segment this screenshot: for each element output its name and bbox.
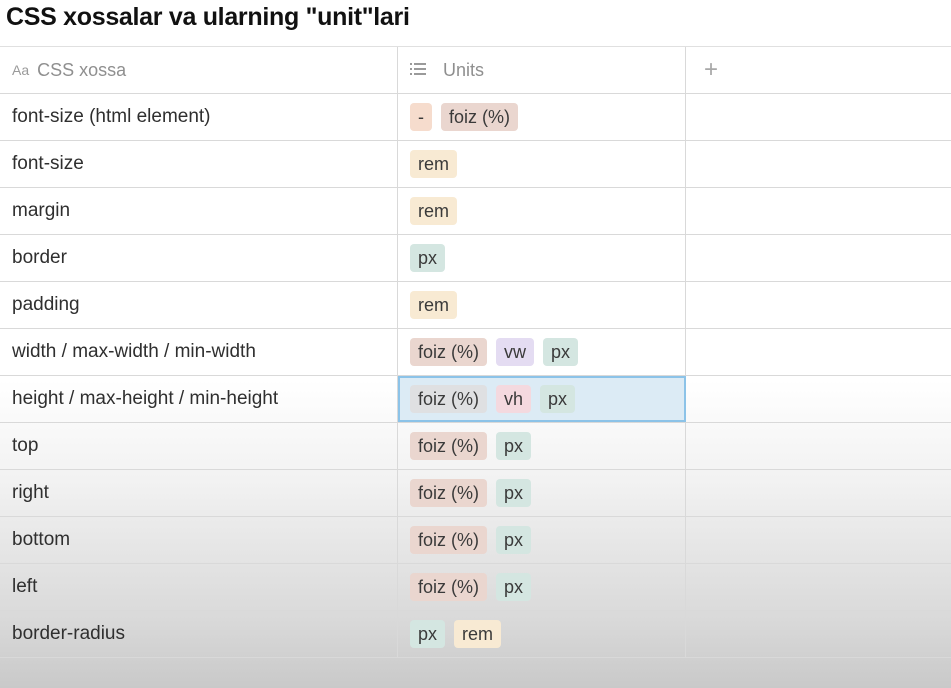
units-cell[interactable]: px — [398, 235, 686, 281]
property-cell[interactable]: padding — [0, 282, 398, 328]
property-cell[interactable]: border-radius — [0, 611, 398, 657]
property-cell[interactable]: top — [0, 423, 398, 469]
column-header-label: CSS xossa — [37, 59, 127, 80]
column-header-css-xossa[interactable]: Aa CSS xossa — [0, 47, 398, 93]
unit-tag: - — [410, 103, 432, 131]
empty-cell[interactable] — [686, 282, 951, 328]
unit-tag: foiz (%) — [410, 573, 488, 601]
text-type-icon: Aa — [12, 62, 30, 78]
property-cell[interactable]: font-size (html element) — [0, 94, 398, 140]
empty-cell[interactable] — [686, 141, 951, 187]
add-column-button[interactable]: + — [686, 47, 951, 93]
empty-cell[interactable] — [686, 470, 951, 516]
empty-cell[interactable] — [686, 376, 951, 422]
units-cell[interactable]: foiz (%) vh px — [398, 376, 686, 422]
table-row[interactable]: font-size (html element) - foiz (%) — [0, 94, 951, 141]
empty-cell[interactable] — [686, 564, 951, 610]
table-row[interactable]: width / max-width / min-width foiz (%) vw p… — [0, 329, 951, 376]
units-cell[interactable]: foiz (%) px — [398, 517, 686, 563]
table-row[interactable]: height / max-height / min-height foiz (%)… — [0, 376, 951, 423]
empty-cell[interactable] — [686, 235, 951, 281]
property-cell[interactable]: border — [0, 235, 398, 281]
unit-tag: px — [496, 526, 532, 554]
unit-tag: foiz (%) — [410, 385, 488, 413]
units-cell[interactable]: foiz (%) px — [398, 423, 686, 469]
plus-icon: + — [704, 56, 719, 83]
table-row[interactable]: border px — [0, 235, 951, 282]
units-cell[interactable]: foiz (%) px — [398, 470, 686, 516]
empty-cell[interactable] — [686, 94, 951, 140]
empty-cell[interactable] — [686, 188, 951, 234]
unit-tag: rem — [454, 620, 502, 648]
property-cell[interactable]: width / max-width / min-width — [0, 329, 398, 375]
units-cell[interactable]: rem — [398, 282, 686, 328]
unit-tag: px — [496, 479, 532, 507]
table-row[interactable]: font-size rem — [0, 141, 951, 188]
unit-tag: px — [540, 385, 576, 413]
unit-tag: px — [496, 573, 532, 601]
unit-tag: foiz (%) — [410, 338, 488, 366]
empty-cell[interactable] — [686, 329, 951, 375]
unit-tag: vw — [496, 338, 535, 366]
property-cell[interactable]: left — [0, 564, 398, 610]
empty-cell[interactable] — [686, 423, 951, 469]
unit-tag: foiz (%) — [410, 479, 488, 507]
empty-cell[interactable] — [686, 611, 951, 657]
unit-tag: foiz (%) — [410, 526, 488, 554]
database-table: Aa CSS xossa Units + font-size (html ele… — [0, 46, 951, 658]
unit-tag: px — [410, 244, 446, 272]
empty-cell[interactable] — [686, 517, 951, 563]
unit-tag: rem — [410, 197, 457, 225]
units-cell[interactable]: foiz (%) px — [398, 564, 686, 610]
page-title: CSS xossalar va ularning "unit"lari — [6, 3, 410, 31]
property-cell[interactable]: margin — [0, 188, 398, 234]
units-cell[interactable]: foiz (%) vw px — [398, 329, 686, 375]
column-header-units[interactable]: Units — [398, 47, 686, 93]
table-row[interactable]: bottom foiz (%) px — [0, 517, 951, 564]
unit-tag: rem — [410, 291, 457, 319]
units-cell[interactable]: rem — [398, 141, 686, 187]
list-icon — [410, 62, 426, 79]
units-cell[interactable]: rem — [398, 188, 686, 234]
unit-tag: foiz (%) — [441, 103, 519, 131]
table-row[interactable]: left foiz (%) px — [0, 564, 951, 611]
table-row[interactable]: right foiz (%) px — [0, 470, 951, 517]
column-header-label: Units — [443, 59, 485, 80]
unit-tag: vh — [496, 385, 532, 413]
table-body: font-size (html element) - foiz (%) font-si… — [0, 94, 951, 658]
units-cell[interactable]: - foiz (%) — [398, 94, 686, 140]
table-row[interactable]: top foiz (%) px — [0, 423, 951, 470]
unit-tag: px — [543, 338, 579, 366]
units-cell[interactable]: px rem — [398, 611, 686, 657]
unit-tag: foiz (%) — [410, 432, 488, 460]
table-row[interactable]: padding rem — [0, 282, 951, 329]
unit-tag: px — [410, 620, 446, 648]
property-cell[interactable]: right — [0, 470, 398, 516]
unit-tag: rem — [410, 150, 457, 178]
property-cell[interactable]: height / max-height / min-height — [0, 376, 398, 422]
table-row[interactable]: margin rem — [0, 188, 951, 235]
table-header: Aa CSS xossa Units + — [0, 46, 951, 94]
unit-tag: px — [496, 432, 532, 460]
table-row[interactable]: border-radius px rem — [0, 611, 951, 658]
property-cell[interactable]: font-size — [0, 141, 398, 187]
property-cell[interactable]: bottom — [0, 517, 398, 563]
